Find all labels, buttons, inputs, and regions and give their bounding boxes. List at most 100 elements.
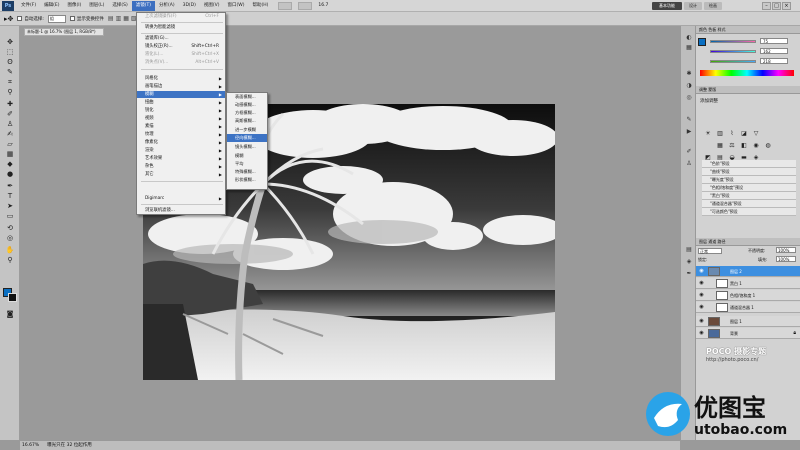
preset-channel-mixer[interactable]: "通道混合器"预设 [702, 200, 796, 208]
blue-slider[interactable] [710, 60, 756, 63]
submenu-item-blur[interactable]: 模糊 [227, 152, 267, 160]
status-zoom[interactable]: 16.67% [22, 441, 39, 450]
layer-row[interactable]: ◉ 色相/饱和度 1 [696, 290, 800, 301]
menu-filter[interactable]: 滤镜(T) [131, 0, 155, 11]
layer-row[interactable]: ◉ 图层 1 [696, 316, 800, 327]
submenu-item-blur-more[interactable]: 进一步模糊 [227, 126, 267, 134]
curves-icon[interactable]: ⌇ [728, 130, 736, 138]
preset-selective-color[interactable]: "可选颜色"预设 [702, 208, 796, 216]
channel-mixer-icon[interactable]: ◍ [764, 142, 772, 150]
vibrance-icon[interactable]: ▽ [752, 130, 760, 138]
bridge-button[interactable] [278, 1, 293, 10]
layer-row[interactable]: ◉ 黑白 1 [696, 278, 800, 289]
red-value-input[interactable]: 75 [760, 38, 788, 44]
opacity-input[interactable]: 100% [776, 247, 796, 253]
layer-row[interactable]: ◉ 背景 🔒︎ [696, 328, 800, 339]
preset-levels[interactable]: "色阶"预设 [702, 160, 796, 168]
fill-input[interactable]: 100% [776, 256, 796, 262]
background-color-swatch[interactable] [8, 293, 17, 302]
menu-analysis[interactable]: 分析(A) [155, 1, 179, 11]
auto-select-dropdown[interactable]: 组 [47, 14, 66, 23]
color-panel-tabs[interactable]: 颜色 色板 样式 [696, 26, 800, 34]
color-balance-icon[interactable]: ⚖ [728, 142, 736, 150]
minibridge-button[interactable] [298, 1, 313, 10]
submenu-item-radial-blur[interactable]: 径向模糊... [227, 134, 267, 142]
layer-row[interactable]: ◉ 通道混合器 1 [696, 302, 800, 313]
menu-edit[interactable]: 编辑(E) [40, 1, 63, 11]
menu-item-liquify[interactable]: 液化(L)... Shift+Ctrl+X [137, 51, 225, 58]
eye-icon[interactable]: ◉ [698, 330, 705, 337]
menu-3d[interactable]: 3D(D) [179, 1, 200, 11]
history-panel-icon[interactable]: ✎ [684, 116, 694, 124]
color-panel-fg-swatch[interactable] [698, 38, 706, 46]
preset-curves[interactable]: "曲线"预设 [702, 168, 796, 176]
blue-value-input[interactable]: 218 [760, 58, 788, 64]
brushes-panel-icon[interactable]: ✐ [684, 148, 694, 156]
eye-icon[interactable]: ◉ [698, 292, 705, 299]
lasso-tool-icon[interactable]: ʘ [5, 58, 15, 67]
menu-item-blur[interactable]: 模糊 ▶ [137, 91, 225, 98]
eyedropper-tool-icon[interactable]: ⚲ [5, 88, 15, 97]
eraser-tool-icon[interactable]: ▱ [5, 140, 15, 149]
document-tab[interactable]: 未标题-1 @ 16.7% (图层 1, RGB/8*) [24, 28, 104, 36]
quick-mask-icon[interactable]: ◙ [5, 310, 15, 319]
green-value-input[interactable]: 162 [760, 48, 788, 54]
preset-hue-saturation[interactable]: "色相/饱和度"预设 [702, 184, 796, 192]
minimize-icon[interactable]: – [762, 2, 771, 10]
menu-item-lens-correction[interactable]: 镜头校正(R)... Shift+Ctrl+R [137, 43, 225, 50]
menu-view[interactable]: 视图(V) [200, 1, 224, 11]
menu-image[interactable]: 图像(I) [63, 1, 85, 11]
menu-item-digimarc[interactable]: Digimarc ▶ [137, 195, 225, 202]
blur-tool-icon[interactable]: ◆ [5, 160, 15, 169]
menu-item-filter-gallery[interactable]: 滤镜库(G)... [137, 35, 225, 42]
menu-item-browse-online[interactable]: 浏览联机滤镜... [137, 207, 225, 214]
gradient-tool-icon[interactable]: ▦ [5, 150, 15, 159]
3d-rotate-tool-icon[interactable]: ⟲ [5, 224, 15, 233]
dodge-tool-icon[interactable]: ● [5, 170, 15, 179]
menu-item-vanishing-point[interactable]: 消失点(V)... Alt+Ctrl+V [137, 59, 225, 66]
path-select-tool-icon[interactable]: ➤ [5, 202, 15, 211]
submenu-item-shape-blur[interactable]: 形状模糊... [227, 176, 267, 184]
eye-icon[interactable]: ◉ [698, 318, 705, 325]
menu-item-video[interactable]: 视频 ▶ [137, 115, 225, 122]
color-panel-icon[interactable]: ◐ [684, 34, 694, 42]
brush-tool-icon[interactable]: ✐ [5, 110, 15, 119]
paths-panel-icon[interactable]: ✒ [684, 270, 694, 278]
eye-icon[interactable]: ◉ [698, 280, 705, 287]
healing-tool-icon[interactable]: ✚ [5, 100, 15, 109]
menu-item-sharpen[interactable]: 锐化 ▶ [137, 107, 225, 114]
marquee-tool-icon[interactable]: ⬚ [5, 48, 15, 57]
type-tool-icon[interactable]: T [5, 192, 15, 201]
exposure-icon[interactable]: ◪ [740, 130, 748, 138]
menu-window[interactable]: 窗口(W) [223, 1, 248, 11]
zoom-tool-icon[interactable]: ⚲ [5, 256, 15, 265]
submenu-item-motion-blur[interactable]: 动感模糊... [227, 101, 267, 109]
workspace-paint-button[interactable]: 绘画 [704, 2, 722, 10]
green-slider[interactable] [710, 50, 756, 53]
black-white-icon[interactable]: ◧ [740, 142, 748, 150]
actions-panel-icon[interactable]: ▶ [684, 128, 694, 136]
eye-icon[interactable]: ◉ [698, 304, 705, 311]
menu-item-last-filter[interactable]: 上次滤镜操作(F) Ctrl+F [137, 13, 225, 20]
blend-mode-dropdown[interactable]: 正常 [698, 248, 722, 254]
eye-icon[interactable]: ◉ [698, 268, 705, 275]
quick-select-tool-icon[interactable]: ✎ [5, 68, 15, 77]
swatches-panel-icon[interactable]: ▦ [684, 44, 694, 52]
menu-item-brush-strokes[interactable]: 画笔描边 ▶ [137, 83, 225, 90]
clone-source-panel-icon[interactable]: ♙ [684, 160, 694, 168]
layers-panel-icon[interactable]: ▤ [684, 246, 694, 254]
workspace-design-button[interactable]: 设计 [684, 2, 702, 10]
submenu-item-gaussian-blur[interactable]: 高斯模糊... [227, 117, 267, 125]
submenu-item-average[interactable]: 平均 [227, 160, 267, 168]
move-tool-icon[interactable]: ✥ [5, 38, 15, 47]
move-tool-icon[interactable]: ▸✥ [4, 15, 13, 23]
shape-tool-icon[interactable]: ▭ [5, 212, 15, 221]
color-spectrum-bar[interactable] [700, 70, 794, 76]
clone-stamp-tool-icon[interactable]: ♙ [5, 120, 15, 129]
history-brush-tool-icon[interactable]: ✍ [5, 130, 15, 139]
show-transform-checkbox[interactable]: 显示变换控件 [69, 16, 104, 22]
crop-tool-icon[interactable]: ⌗ [5, 78, 15, 87]
menu-help[interactable]: 帮助(H) [248, 1, 272, 11]
close-icon[interactable]: × [782, 2, 791, 10]
menu-item-sketch[interactable]: 素描 ▶ [137, 123, 225, 130]
